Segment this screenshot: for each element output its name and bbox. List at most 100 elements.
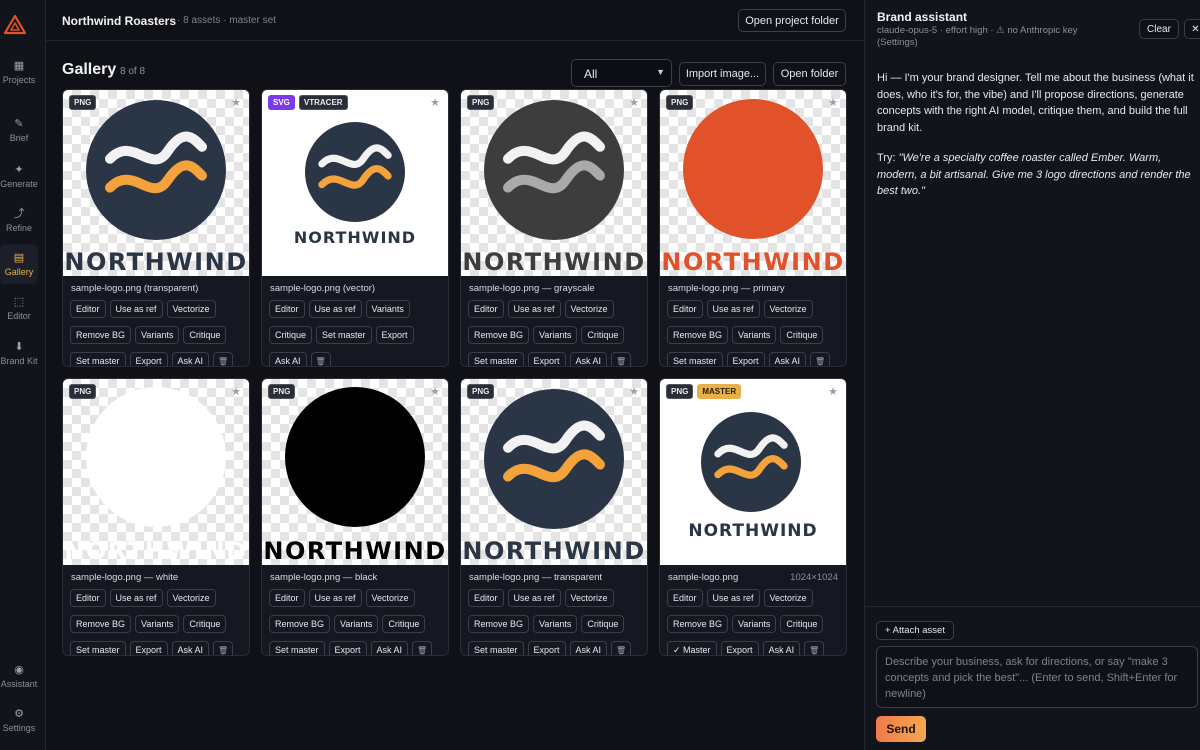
variants-button[interactable]: Variants xyxy=(732,615,777,633)
export-button[interactable]: Export xyxy=(720,641,759,655)
star-icon[interactable]: ★ xyxy=(828,96,838,109)
vectorize-button[interactable]: Vectorize xyxy=(564,589,614,607)
critique-button[interactable]: Critique xyxy=(382,615,426,633)
set-master-button[interactable]: Set master xyxy=(468,641,524,655)
editor-button[interactable]: Editor xyxy=(70,300,106,318)
export-button[interactable]: Export xyxy=(129,641,168,655)
editor-button[interactable]: Editor xyxy=(269,589,305,607)
remove-bg-button[interactable]: Remove BG xyxy=(468,615,530,633)
send-button[interactable]: Send xyxy=(876,716,926,742)
editor-button[interactable]: Editor xyxy=(667,300,703,318)
filter-select[interactable]: All ▼ xyxy=(571,59,672,87)
trash-icon[interactable]: 🗑 xyxy=(810,352,831,366)
set-master-button[interactable]: Set master xyxy=(468,352,524,366)
use-as-ref-button[interactable]: Use as ref xyxy=(109,589,163,607)
critique-button[interactable]: Critique xyxy=(183,615,227,633)
star-icon[interactable]: ★ xyxy=(231,96,241,109)
nav-item-editor[interactable]: ⬚ Editor xyxy=(0,288,38,328)
export-button[interactable]: Export xyxy=(129,352,168,366)
set-master-button[interactable]: Set master xyxy=(316,326,372,344)
star-icon[interactable]: ★ xyxy=(828,385,838,398)
use-as-ref-button[interactable]: Use as ref xyxy=(706,589,760,607)
asset-thumbnail[interactable]: NORTHWIND xyxy=(63,90,249,276)
editor-button[interactable]: Editor xyxy=(468,589,504,607)
export-button[interactable]: Export xyxy=(527,641,566,655)
nav-item-brief[interactable]: ✎ Brief xyxy=(0,110,38,150)
export-button[interactable]: Export xyxy=(328,641,367,655)
star-icon[interactable]: ★ xyxy=(430,96,440,109)
star-icon[interactable]: ★ xyxy=(430,385,440,398)
remove-bg-button[interactable]: Remove BG xyxy=(468,326,530,344)
master-button[interactable]: ✓ Master xyxy=(667,641,717,655)
use-as-ref-button[interactable]: Use as ref xyxy=(507,589,561,607)
use-as-ref-button[interactable]: Use as ref xyxy=(109,300,163,318)
app-logo-icon[interactable] xyxy=(4,14,26,36)
star-icon[interactable]: ★ xyxy=(629,385,639,398)
ask-ai-button[interactable]: Ask AI xyxy=(269,352,307,366)
use-as-ref-button[interactable]: Use as ref xyxy=(507,300,561,318)
variants-button[interactable]: Variants xyxy=(533,326,578,344)
asset-card[interactable]: NORTHWIND PNG ★ sample-logo.png — white Edit… xyxy=(62,378,250,656)
nav-item-assistant[interactable]: ◉ Assistant xyxy=(0,656,38,696)
variants-button[interactable]: Variants xyxy=(334,615,379,633)
asset-thumbnail[interactable]: NORTHWIND xyxy=(660,379,846,565)
remove-bg-button[interactable]: Remove BG xyxy=(70,326,132,344)
asset-card[interactable]: NORTHWIND PNG ★ sample-logo.png — black Edit… xyxy=(261,378,449,656)
remove-bg-button[interactable]: Remove BG xyxy=(70,615,132,633)
trash-icon[interactable]: 🗑 xyxy=(213,641,234,655)
vectorize-button[interactable]: Vectorize xyxy=(564,300,614,318)
critique-button[interactable]: Critique xyxy=(269,326,313,344)
asset-thumbnail[interactable]: NORTHWIND xyxy=(660,90,846,276)
remove-bg-button[interactable]: Remove BG xyxy=(667,615,729,633)
asset-card[interactable]: NORTHWIND PNG ★ sample-logo.png — transpare… xyxy=(460,378,648,656)
asset-thumbnail[interactable]: NORTHWIND xyxy=(461,90,647,276)
ask-ai-button[interactable]: Ask AI xyxy=(768,352,807,366)
close-icon[interactable]: ✕ xyxy=(1184,19,1200,39)
asset-card[interactable]: NORTHWIND SVG VTRACER ★ sample-logo.png (vec… xyxy=(261,89,449,367)
attach-asset-button[interactable]: + Attach asset xyxy=(876,621,954,640)
clear-button[interactable]: Clear xyxy=(1139,19,1179,39)
asset-card[interactable]: NORTHWIND PNG ★ sample-logo.png — primary Ed… xyxy=(659,89,847,367)
export-button[interactable]: Export xyxy=(527,352,566,366)
export-button[interactable]: Export xyxy=(375,326,414,344)
set-master-button[interactable]: Set master xyxy=(70,352,126,366)
set-master-button[interactable]: Set master xyxy=(70,641,126,655)
open-project-folder-button[interactable]: Open project folder xyxy=(738,9,846,32)
critique-button[interactable]: Critique xyxy=(581,326,625,344)
editor-button[interactable]: Editor xyxy=(468,300,504,318)
critique-button[interactable]: Critique xyxy=(780,326,824,344)
vectorize-button[interactable]: Vectorize xyxy=(166,589,216,607)
nav-item-refine[interactable]: ⤴ Refine xyxy=(0,200,38,240)
star-icon[interactable]: ★ xyxy=(231,385,241,398)
asset-thumbnail[interactable]: NORTHWIND xyxy=(262,90,448,276)
critique-button[interactable]: Critique xyxy=(780,615,824,633)
ask-ai-button[interactable]: Ask AI xyxy=(370,641,409,655)
vectorize-button[interactable]: Vectorize xyxy=(365,589,415,607)
asset-thumbnail[interactable]: NORTHWIND xyxy=(461,379,647,565)
variants-button[interactable]: Variants xyxy=(135,615,180,633)
critique-button[interactable]: Critique xyxy=(581,615,625,633)
ask-ai-button[interactable]: Ask AI xyxy=(171,352,210,366)
ask-ai-button[interactable]: Ask AI xyxy=(762,641,801,655)
ask-ai-button[interactable]: Ask AI xyxy=(569,352,608,366)
critique-button[interactable]: Critique xyxy=(183,326,227,344)
trash-icon[interactable]: 🗑 xyxy=(611,352,632,366)
asset-card[interactable]: NORTHWIND PNG ★ sample-logo.png (transparen… xyxy=(62,89,250,367)
vectorize-button[interactable]: Vectorize xyxy=(763,300,813,318)
remove-bg-button[interactable]: Remove BG xyxy=(667,326,729,344)
variants-button[interactable]: Variants xyxy=(732,326,777,344)
nav-item-generate[interactable]: ✦ Generate xyxy=(0,156,38,196)
set-master-button[interactable]: Set master xyxy=(667,352,723,366)
ask-ai-button[interactable]: Ask AI xyxy=(569,641,608,655)
trash-icon[interactable]: 🗑 xyxy=(213,352,234,366)
ask-ai-button[interactable]: Ask AI xyxy=(171,641,210,655)
import-image-button[interactable]: Import image... xyxy=(679,62,766,86)
editor-button[interactable]: Editor xyxy=(70,589,106,607)
trash-icon[interactable]: 🗑 xyxy=(804,641,825,655)
nav-item-settings[interactable]: ⚙ Settings xyxy=(0,700,38,740)
trash-icon[interactable]: 🗑 xyxy=(310,352,331,366)
star-icon[interactable]: ★ xyxy=(629,96,639,109)
variants-button[interactable]: Variants xyxy=(365,300,410,318)
message-input[interactable]: Describe your business, ask for directio… xyxy=(876,646,1198,708)
use-as-ref-button[interactable]: Use as ref xyxy=(706,300,760,318)
